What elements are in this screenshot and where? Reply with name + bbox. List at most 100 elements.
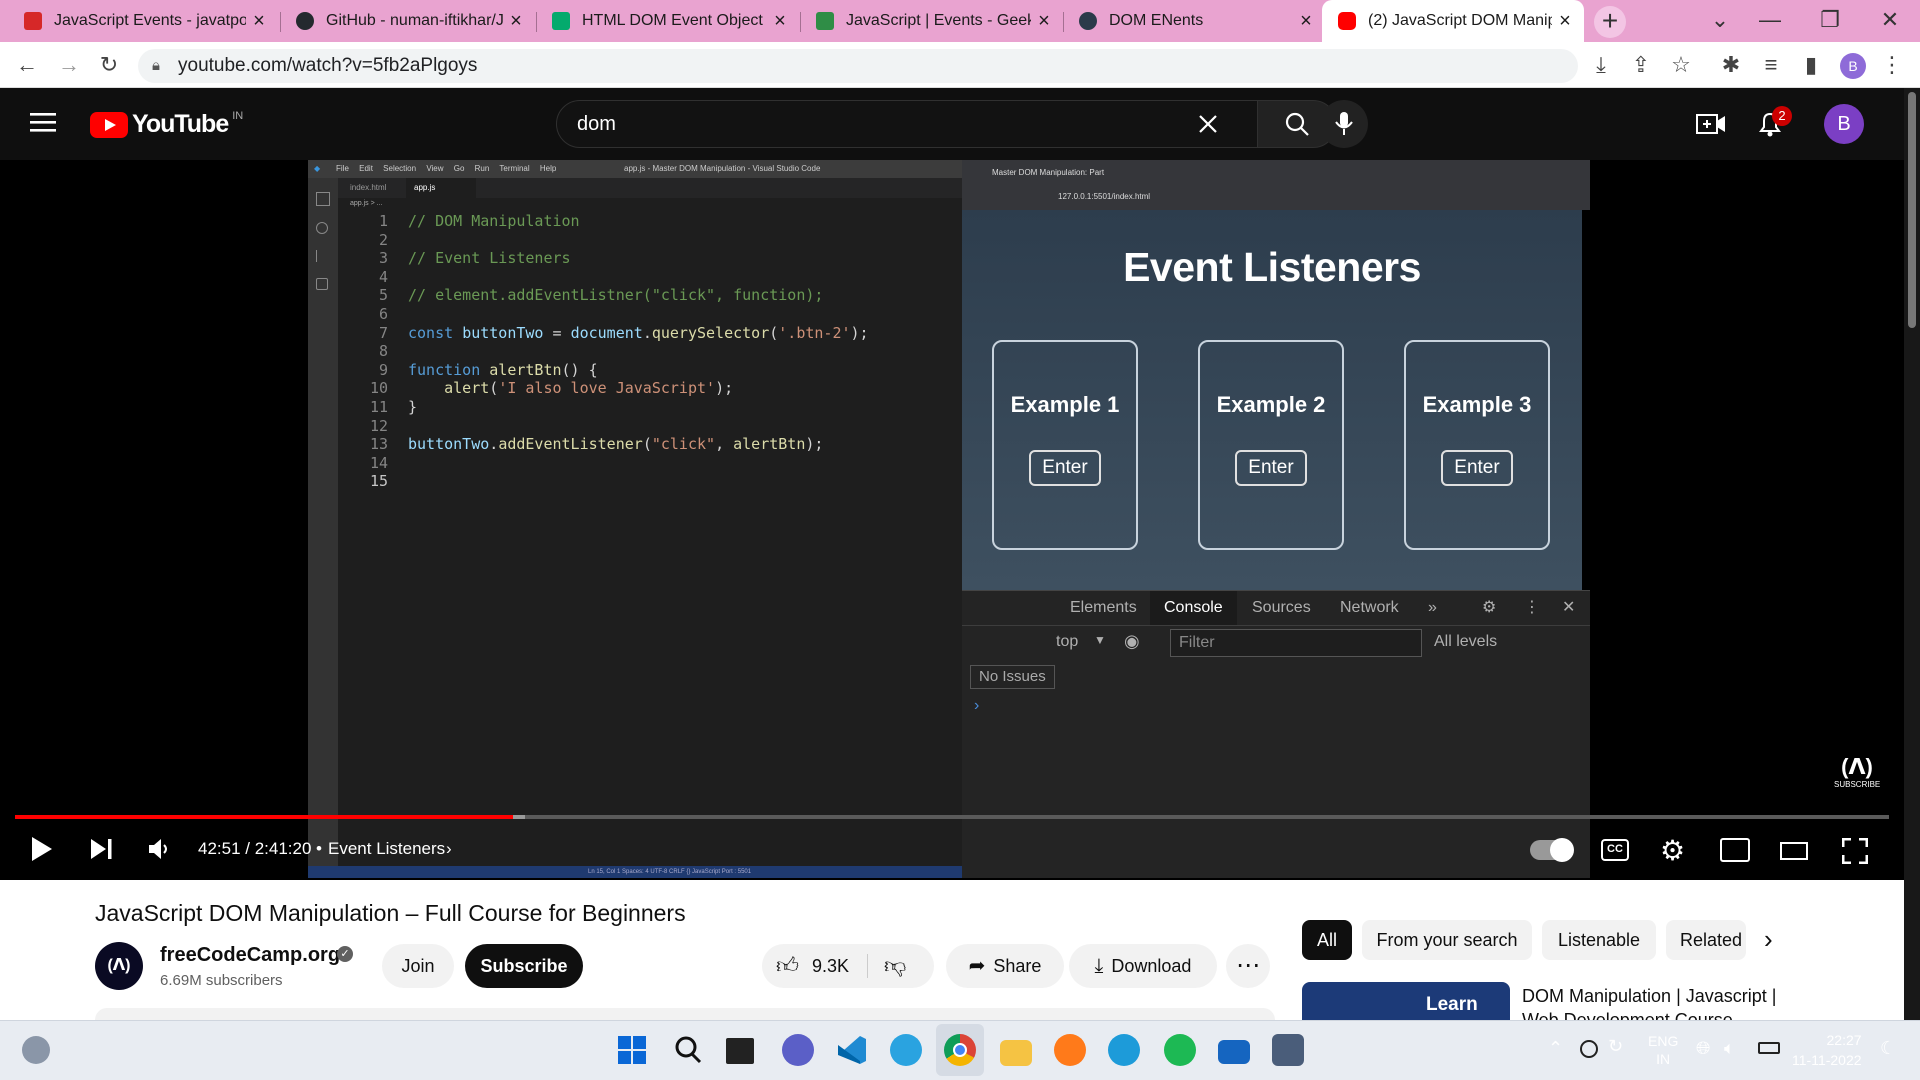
chapter-title[interactable]: Event Listeners — [328, 838, 445, 860]
close-tab-icon[interactable]: × — [1031, 10, 1057, 33]
extensions-puzzle-icon[interactable]: ✱ — [1716, 52, 1746, 78]
download-button[interactable]: ⤓ Download — [1069, 944, 1217, 988]
notification-center-icon[interactable]: ☾ — [1880, 1038, 1896, 1059]
chips-next-chevron-icon[interactable]: › — [1764, 924, 1773, 955]
miniplayer-icon[interactable] — [1720, 838, 1750, 862]
browser-tab[interactable]: GitHub - numan-iftikhar/JS × — [280, 0, 535, 42]
line-number: 10 — [369, 379, 388, 398]
subscriber-count: 6.69M subscribers — [160, 972, 283, 989]
chip-listenable[interactable]: Listenable — [1542, 920, 1656, 960]
account-avatar[interactable]: B — [1824, 104, 1864, 144]
browser-tab[interactable]: JavaScript | Events - GeeksforGeeks × — [800, 0, 1063, 42]
close-window-icon[interactable]: ✕ — [1860, 0, 1920, 42]
channel-watermark[interactable]: (ᐱ) SUBSCRIBE — [1834, 754, 1880, 789]
scrollbar-thumb[interactable] — [1908, 92, 1916, 328]
install-app-icon[interactable]: ⤓ — [1586, 52, 1616, 78]
vscode-logo-icon: ◆ — [314, 164, 321, 173]
tab-title: (2) JavaScript DOM Manipulation — [1368, 12, 1552, 29]
media-control-icon[interactable]: ≡ — [1756, 52, 1786, 78]
bookmark-star-icon[interactable]: ☆ — [1666, 52, 1696, 78]
teams-chat-icon[interactable] — [782, 1034, 814, 1066]
task-view-icon[interactable] — [726, 1038, 754, 1064]
channel-name[interactable]: freeCodeCamp.org — [160, 944, 340, 967]
related-video-title[interactable]: DOM Manipulation | Javascript | Web Deve… — [1522, 984, 1812, 1020]
clear-search-icon[interactable] — [1196, 112, 1220, 136]
card-title: Example 2 — [1216, 392, 1326, 417]
chip-all[interactable]: All — [1302, 920, 1352, 960]
browser-tab[interactable]: DOM ENents × — [1063, 0, 1325, 42]
input-language[interactable]: ENG IN — [1648, 1032, 1678, 1068]
autoplay-toggle[interactable] — [1530, 838, 1574, 862]
create-video-icon[interactable] — [1696, 112, 1726, 136]
tab-title: DOM ENents — [1109, 12, 1204, 29]
more-actions-icon[interactable]: ⋯ — [1226, 944, 1270, 988]
browser-tab[interactable]: HTML DOM Event Object × — [536, 0, 799, 42]
vscode-app-icon[interactable] — [836, 1034, 868, 1066]
youtube-logo[interactable]: YouTube IN — [90, 110, 243, 139]
browser-tab-active[interactable]: (2) JavaScript DOM Manipulation × — [1322, 0, 1584, 42]
vscode-menu: File Edit Selection View Go Run Terminal… — [336, 164, 557, 173]
telegram-icon[interactable] — [890, 1034, 922, 1066]
file-explorer-icon[interactable] — [1000, 1040, 1032, 1066]
globe-network-icon[interactable]: 🌐︎ — [1696, 1038, 1710, 1059]
profile-avatar[interactable]: B — [1840, 53, 1866, 79]
close-tab-icon[interactable]: × — [767, 10, 793, 33]
freecodecamp-logo-icon: (ᐱ) — [1841, 754, 1873, 779]
chip-related[interactable]: Related — [1666, 920, 1746, 960]
tray-app-icon[interactable] — [1580, 1040, 1598, 1058]
edge-icon[interactable] — [1108, 1034, 1140, 1066]
close-tab-icon[interactable]: × — [1293, 10, 1319, 33]
related-video-thumbnail[interactable]: Learn — [1302, 982, 1510, 1020]
theater-mode-icon[interactable] — [1780, 842, 1808, 860]
menu-hamburger-icon[interactable] — [30, 112, 56, 132]
share-button[interactable]: ➦ Share — [946, 944, 1064, 988]
like-count[interactable]: 9.3K — [812, 944, 849, 988]
browser-tab[interactable]: JavaScript Events - javatpoint × — [8, 0, 278, 42]
battery-icon[interactable] — [1758, 1042, 1780, 1054]
tray-overflow-chevron-icon[interactable]: ⌃ — [1548, 1038, 1563, 1059]
volume-icon[interactable] — [148, 838, 172, 860]
taskbar-clock[interactable]: 22:27 11-11-2022 — [1792, 1030, 1862, 1070]
channel-avatar[interactable]: (ᐱ) — [95, 942, 143, 990]
join-button[interactable]: Join — [382, 944, 454, 988]
share-icon[interactable]: ⇪ — [1626, 52, 1656, 78]
mail-icon[interactable] — [1218, 1040, 1250, 1064]
like-thumb-icon[interactable]: 👍︎ — [776, 944, 799, 988]
search-input[interactable]: dom — [556, 100, 1258, 148]
subscribe-button[interactable]: Subscribe — [465, 944, 583, 988]
chip-from-your-search[interactable]: From your search — [1362, 920, 1532, 960]
fullscreen-icon[interactable] — [1842, 838, 1868, 864]
widgets-weather-icon[interactable] — [22, 1036, 50, 1064]
settings-gear-icon[interactable]: ⚙ — [1660, 834, 1685, 867]
side-panel-icon[interactable]: ▮ — [1796, 52, 1826, 78]
new-tab-plus-icon[interactable]: + — [1594, 6, 1626, 38]
address-bar[interactable]: 🔒︎ youtube.com/watch?v=5fb2aPlgoys — [138, 49, 1578, 83]
close-tab-icon[interactable]: × — [1552, 10, 1578, 33]
captions-cc-icon[interactable]: CC — [1601, 839, 1629, 861]
chapter-chevron-icon[interactable]: › — [446, 838, 452, 860]
close-tab-icon[interactable]: × — [503, 10, 529, 33]
taskbar-search-icon[interactable] — [672, 1034, 704, 1066]
next-video-icon[interactable] — [90, 838, 114, 860]
like-dislike-group: 👍︎ 9.3K 👎︎ — [762, 944, 934, 988]
chrome-menu-icon[interactable]: ⋮ — [1880, 52, 1904, 78]
lock-icon: 🔒︎ — [152, 57, 160, 74]
voice-search-button[interactable] — [1320, 100, 1368, 148]
back-arrow-icon[interactable]: ← — [12, 52, 42, 78]
play-icon[interactable] — [30, 836, 54, 862]
dislike-thumb-icon[interactable]: 👎︎ — [884, 944, 906, 988]
reload-icon[interactable]: ↻ — [94, 52, 124, 78]
virtualbox-icon[interactable] — [1272, 1034, 1304, 1066]
forward-arrow-icon[interactable]: → — [54, 52, 84, 78]
restore-icon[interactable]: ❐ — [1800, 0, 1860, 42]
spotify-icon[interactable] — [1164, 1034, 1196, 1066]
speaker-icon[interactable]: 🔈︎ — [1724, 1038, 1735, 1059]
minimize-icon[interactable]: — — [1740, 0, 1800, 42]
description-box[interactable] — [95, 1008, 1275, 1020]
network-status-icon[interactable]: ↻ — [1608, 1036, 1623, 1057]
thumbnail-text: Learn — [1426, 994, 1478, 1015]
firefox-icon[interactable] — [1054, 1034, 1086, 1066]
close-tab-icon[interactable]: × — [246, 10, 272, 33]
chrome-app-icon[interactable] — [944, 1034, 976, 1066]
windows-start-icon[interactable] — [616, 1034, 648, 1066]
